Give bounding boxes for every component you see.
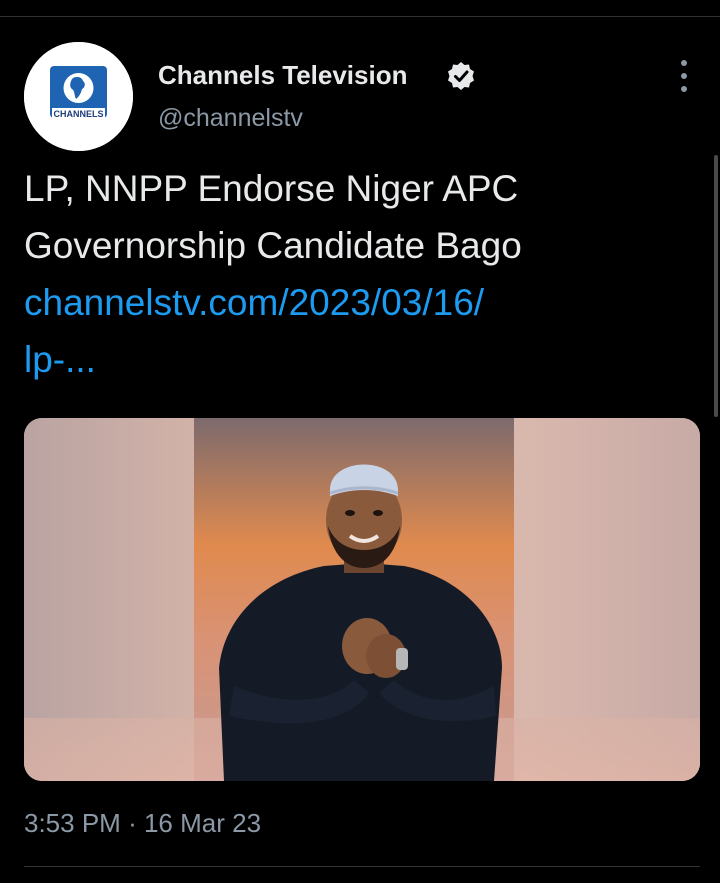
timestamp-separator: · (128, 808, 137, 838)
avatar[interactable]: CHANNELS (24, 42, 133, 151)
tweet-timestamp[interactable]: 3:53 PM · 16 Mar 23 (24, 808, 261, 839)
candidate-photo (24, 418, 700, 781)
more-dot (681, 73, 687, 79)
more-dot (681, 86, 687, 92)
more-dot (681, 60, 687, 66)
tweet-link-continuation[interactable]: lp-... (24, 331, 684, 388)
tweet-link[interactable]: channelstv.com/2023/03/16/ (24, 274, 684, 331)
verified-badge-icon (448, 62, 474, 90)
tweet-media-image[interactable] (24, 418, 700, 781)
tweet-text-line: LP, NNPP Endorse Niger APC (24, 168, 519, 209)
channels-logo: CHANNELS (24, 42, 133, 151)
bottom-divider (24, 866, 700, 867)
avatar-logo-text: CHANNELS (53, 109, 103, 119)
top-divider (0, 16, 720, 17)
timestamp-time: 3:53 PM (24, 808, 121, 838)
author-name[interactable]: Channels Television (158, 60, 407, 91)
scrollbar[interactable] (714, 155, 718, 417)
tweet-text-line: Governorship Candidate Bago (24, 225, 522, 266)
timestamp-date: 16 Mar 23 (143, 808, 262, 838)
more-options-icon[interactable] (671, 60, 697, 92)
tweet-text: LP, NNPP Endorse Niger APC Governorship … (24, 160, 684, 388)
author-handle[interactable]: @channelstv (158, 104, 303, 133)
